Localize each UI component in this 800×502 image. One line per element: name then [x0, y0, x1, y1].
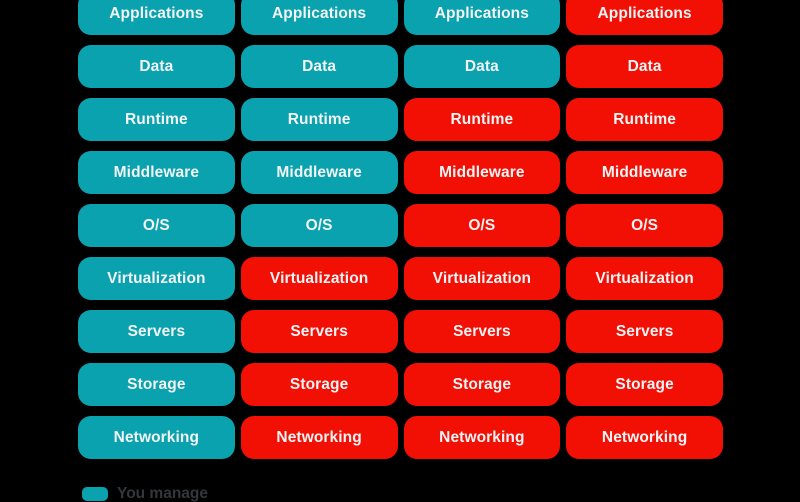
layer-box-label: Data [464, 57, 499, 75]
layer-box-label: O/S [305, 216, 333, 234]
layer-box[interactable]: Middleware [78, 151, 235, 194]
layer-box[interactable]: Runtime [403, 98, 561, 141]
layer-box-label: Networking [601, 428, 688, 446]
layer-box-label: Applications [434, 4, 529, 22]
legend: You manage [82, 486, 208, 502]
layer-box-label: Networking [439, 428, 525, 446]
layer-box[interactable]: Servers [240, 310, 398, 353]
layer-box[interactable]: Runtime [566, 98, 723, 141]
layer-box-label: Storage [127, 375, 186, 393]
legend-swatch-you-manage [82, 486, 108, 501]
layer-box[interactable]: O/S [403, 204, 561, 247]
layer-row: O/S O/S O/S O/S [78, 204, 723, 247]
diagram-canvas: Applications Applications Applications Appl… [0, 0, 800, 502]
layer-box[interactable]: Applications [78, 0, 235, 35]
layer-box-label: Networking [276, 428, 362, 446]
layer-box[interactable]: Servers [566, 310, 723, 353]
responsibility-grid: Applications Applications Applications Appl… [78, 0, 723, 469]
layer-box-label: Storage [615, 375, 674, 393]
layer-box-label: Virtualization [595, 269, 694, 287]
layer-box[interactable]: Virtualization [240, 257, 398, 300]
layer-box-label: Applications [272, 4, 367, 22]
layer-box[interactable]: Data [78, 45, 235, 88]
layer-box[interactable]: Virtualization [78, 257, 235, 300]
layer-row: Virtualization Virtualization Virtualizati… [78, 257, 723, 300]
layer-box-label: Runtime [613, 110, 676, 128]
layer-box-label: O/S [631, 216, 659, 234]
layer-box[interactable]: Data [566, 45, 723, 88]
layer-box[interactable]: Runtime [78, 98, 235, 141]
layer-box[interactable]: Virtualization [566, 257, 723, 300]
layer-box-label: Middleware [439, 163, 525, 181]
layer-box[interactable]: Networking [403, 416, 561, 459]
layer-box[interactable]: O/S [566, 204, 723, 247]
layer-box[interactable]: Storage [240, 363, 398, 406]
layer-box-label: Middleware [276, 163, 362, 181]
layer-box-label: Storage [452, 375, 512, 393]
layer-box[interactable]: Applications [240, 0, 398, 35]
layer-box[interactable]: Middleware [403, 151, 561, 194]
layer-box-label: Servers [615, 322, 674, 340]
layer-box-label: Virtualization [107, 269, 206, 287]
layer-box[interactable]: Networking [566, 416, 723, 459]
layer-box-label: Servers [127, 322, 186, 340]
layer-row: Middleware Middleware Middleware Middleware [78, 151, 723, 194]
layer-box-label: Middleware [113, 163, 200, 181]
layer-box[interactable]: Storage [403, 363, 561, 406]
layer-box-label: Middleware [601, 163, 688, 181]
layer-row: Runtime Runtime Runtime Runtime [78, 98, 723, 141]
layer-box[interactable]: Servers [403, 310, 561, 353]
layer-box[interactable]: O/S [240, 204, 398, 247]
layer-box[interactable]: Data [240, 45, 398, 88]
layer-box-label: Data [627, 57, 662, 75]
layer-row: Data Data Data Data [78, 45, 723, 88]
layer-box-label: Runtime [287, 110, 351, 128]
layer-box[interactable]: Middleware [240, 151, 398, 194]
layer-box-label: O/S [142, 216, 170, 234]
layer-box[interactable]: Servers [78, 310, 235, 353]
layer-box-label: Applications [597, 4, 692, 22]
layer-box-label: Runtime [125, 110, 188, 128]
layer-row: Applications Applications Applications Appl… [78, 0, 723, 35]
layer-box[interactable]: Middleware [566, 151, 723, 194]
layer-box-label: Storage [289, 375, 349, 393]
layer-box-label: Virtualization [432, 269, 532, 287]
layer-row: Servers Servers Servers Servers [78, 310, 723, 353]
layer-box-label: Data [139, 57, 174, 75]
layer-box[interactable]: Virtualization [403, 257, 561, 300]
layer-box[interactable]: Networking [78, 416, 235, 459]
layer-box[interactable]: O/S [78, 204, 235, 247]
layer-box[interactable]: Data [403, 45, 561, 88]
layer-box[interactable]: Runtime [240, 98, 398, 141]
layer-box-label: Data [302, 57, 337, 75]
layer-box-label: Networking [113, 428, 200, 446]
layer-box[interactable]: Storage [78, 363, 235, 406]
layer-box-label: Servers [290, 322, 348, 340]
layer-box[interactable]: Applications [566, 0, 723, 35]
layer-box-label: Runtime [450, 110, 514, 128]
layer-row: Networking Networking Networking Networking [78, 416, 723, 459]
layer-box-label: Virtualization [269, 269, 369, 287]
layer-box[interactable]: Applications [403, 0, 561, 35]
layer-box-label: O/S [468, 216, 496, 234]
layer-box[interactable]: Networking [240, 416, 398, 459]
legend-label-you-manage: You manage [117, 485, 209, 502]
layer-box-label: Servers [453, 322, 511, 340]
layer-row: Storage Storage Storage Storage [78, 363, 723, 406]
layer-box[interactable]: Storage [566, 363, 723, 406]
layer-box-label: Applications [109, 4, 204, 22]
